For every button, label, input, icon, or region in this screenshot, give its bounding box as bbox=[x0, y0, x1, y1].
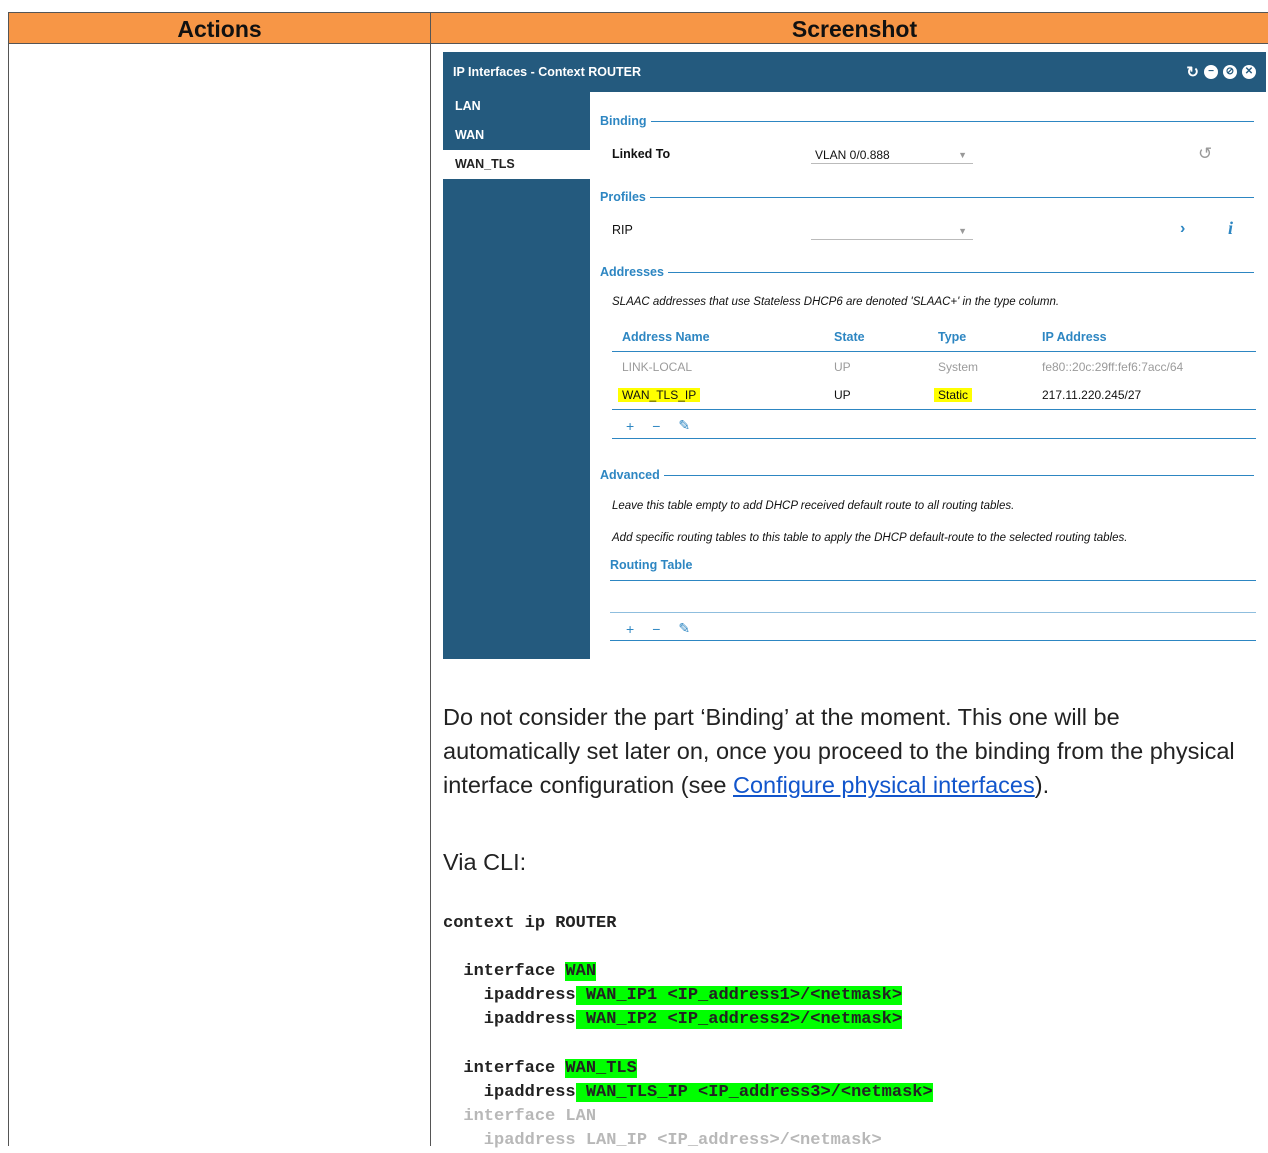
routing-footer-line bbox=[610, 640, 1256, 641]
edit-icon[interactable]: ✎ bbox=[678, 417, 690, 434]
rip-label: RIP bbox=[612, 223, 633, 237]
ip-interfaces-window: IP Interfaces - Context ROUTER ↻ − ⊘ ✕ L… bbox=[443, 52, 1266, 659]
col-state: State bbox=[834, 330, 865, 344]
addresses-section-header: Addresses bbox=[600, 265, 1254, 279]
cli-wan-ip1: ipaddress WAN_IP1 <IP_address1>/<netmask… bbox=[443, 986, 903, 1005]
row2-ip: 217.11.220.245/27 bbox=[1042, 388, 1142, 402]
col-type: Type bbox=[938, 330, 967, 344]
cli-context-line: context ip ROUTER bbox=[443, 914, 617, 933]
undo-icon[interactable]: ↺ bbox=[1198, 144, 1212, 164]
actions-column-header: Actions bbox=[8, 12, 431, 44]
remove-icon[interactable]: − bbox=[652, 621, 660, 637]
row2-state: UP bbox=[834, 388, 851, 402]
table-column-divider bbox=[430, 43, 431, 1146]
cli-interface-wan-tls: interface WAN_TLS bbox=[443, 1059, 637, 1078]
binding-section-header: Binding bbox=[600, 114, 1254, 128]
advanced-section-header: Advanced bbox=[600, 468, 1254, 482]
info-icon[interactable]: i bbox=[1228, 218, 1233, 239]
addresses-row-line bbox=[612, 409, 1256, 410]
binding-explanation-paragraph: Do not consider the part ‘Binding’ at th… bbox=[443, 704, 1235, 798]
sidebar-item-wan[interactable]: WAN bbox=[443, 121, 590, 150]
remove-icon[interactable]: − bbox=[652, 418, 660, 434]
add-icon[interactable]: + bbox=[626, 418, 634, 434]
chevron-down-icon: ▼ bbox=[958, 150, 967, 160]
row1-state: UP bbox=[834, 360, 851, 374]
routing-header-line bbox=[610, 580, 1256, 581]
rip-dropdown[interactable]: ▼ bbox=[811, 222, 973, 240]
col-routing-table: Routing Table bbox=[610, 558, 693, 572]
row1-name[interactable]: LINK-LOCAL bbox=[622, 360, 692, 374]
add-icon[interactable]: + bbox=[626, 621, 634, 637]
cli-wan-ip2: ipaddress WAN_IP2 <IP_address2>/<netmask… bbox=[443, 1010, 903, 1029]
cli-interface-wan: interface WAN bbox=[443, 962, 597, 981]
cli-wan-tls-ip: ipaddress WAN_TLS_IP <IP_address3>/<netm… bbox=[443, 1083, 933, 1102]
row2-type: Static bbox=[934, 388, 973, 402]
cli-interface-lan: interface LAN bbox=[443, 1107, 597, 1126]
addresses-header-line bbox=[612, 351, 1256, 352]
col-ip-address: IP Address bbox=[1042, 330, 1107, 344]
routing-toolbar: + − ✎ bbox=[626, 620, 690, 637]
routing-empty-row-line bbox=[610, 612, 1256, 613]
configure-physical-interfaces-link[interactable]: Configure physical interfaces bbox=[733, 772, 1035, 798]
linked-to-label: Linked To bbox=[612, 147, 671, 161]
screenshot-column-header: Screenshot bbox=[430, 12, 1268, 44]
sidebar-item-lan[interactable]: LAN bbox=[443, 92, 590, 121]
window-title: IP Interfaces - Context ROUTER bbox=[453, 65, 642, 79]
window-title-bar: IP Interfaces - Context ROUTER ↻ − ⊘ ✕ bbox=[443, 52, 1266, 92]
col-address-name: Address Name bbox=[622, 330, 710, 344]
chevron-down-icon: ▼ bbox=[958, 226, 967, 236]
interface-config-panel: Binding Linked To VLAN 0/0.888 ▼ ↺ Profil… bbox=[590, 92, 1266, 659]
row1-ip: fe80::20c:29ff:fef6:7acc/64 bbox=[1042, 360, 1184, 374]
addresses-footer-line bbox=[612, 438, 1256, 439]
chevron-right-icon[interactable]: › bbox=[1180, 220, 1185, 238]
via-cli-text: Via CLI: bbox=[443, 849, 527, 875]
addresses-note: SLAAC addresses that use Stateless DHCP6… bbox=[612, 296, 1060, 308]
linked-to-dropdown[interactable]: VLAN 0/0.888 ▼ bbox=[811, 146, 973, 164]
edit-icon[interactable]: ✎ bbox=[678, 620, 690, 637]
refresh-icon[interactable]: ↻ bbox=[1186, 65, 1199, 80]
interface-sidebar: LAN WAN WAN_TLS bbox=[443, 92, 590, 659]
window-controls: ↻ − ⊘ ✕ bbox=[1186, 52, 1256, 92]
row2-name[interactable]: WAN_TLS_IP bbox=[618, 388, 701, 402]
close-icon[interactable]: ✕ bbox=[1242, 65, 1256, 79]
sidebar-item-wan-tls[interactable]: WAN_TLS bbox=[443, 150, 590, 179]
addresses-toolbar: + − ✎ bbox=[626, 417, 690, 434]
advanced-note-2: Add specific routing tables to this tabl… bbox=[612, 532, 1128, 544]
profiles-section-header: Profiles bbox=[600, 190, 1254, 204]
block-icon[interactable]: ⊘ bbox=[1223, 65, 1237, 79]
advanced-note-1: Leave this table empty to add DHCP recei… bbox=[612, 500, 1015, 512]
row1-type: System bbox=[938, 360, 979, 374]
table-border-left bbox=[8, 43, 9, 1146]
cli-lan-ip: ipaddress LAN_IP <IP_address>/<netmask> bbox=[443, 1131, 882, 1150]
minimize-icon[interactable]: − bbox=[1204, 65, 1218, 79]
